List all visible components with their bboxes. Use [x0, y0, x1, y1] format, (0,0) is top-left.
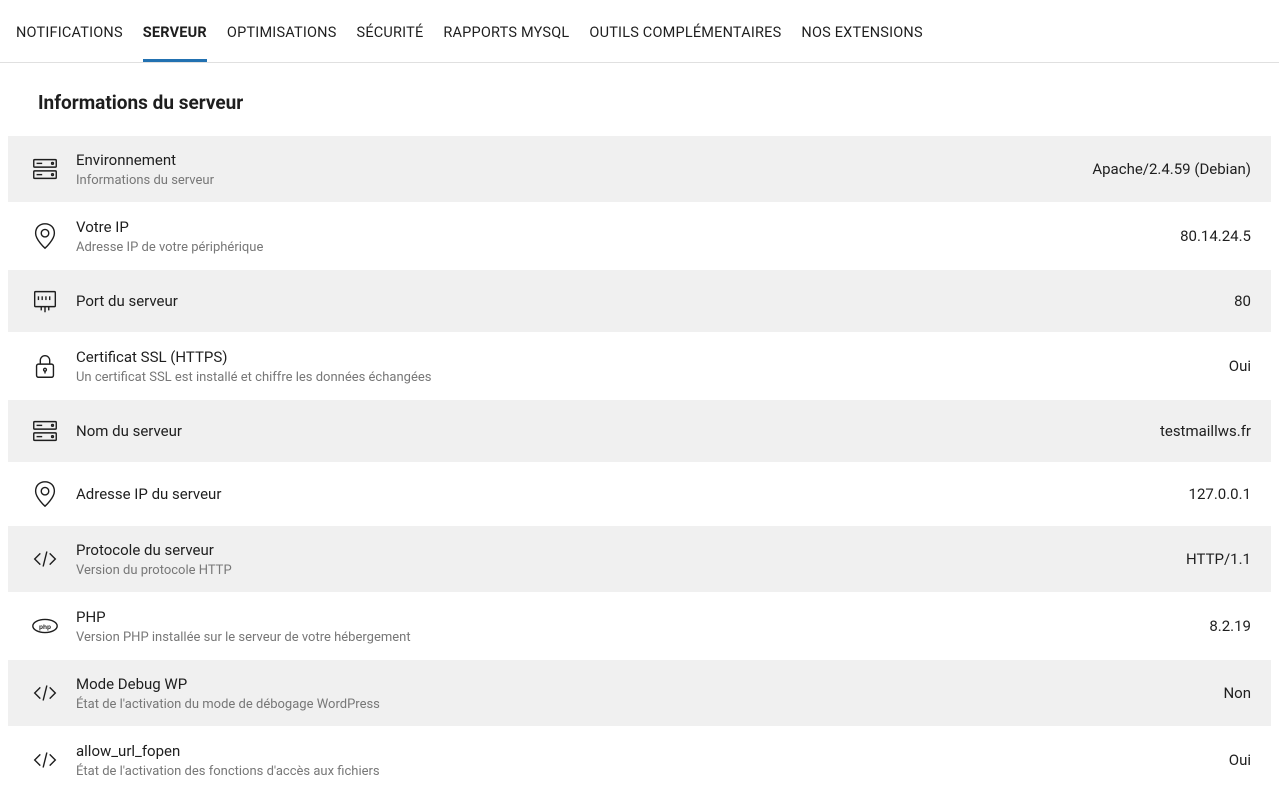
row-value: Oui	[1229, 357, 1251, 375]
tab-rapports-mysql[interactable]: RAPPORTS MYSQL	[443, 14, 569, 62]
row-value: 8.2.19	[1209, 617, 1251, 635]
tabs-bar: NOTIFICATIONS SERVEUR OPTIMISATIONS SÉCU…	[0, 6, 1279, 63]
row-subtitle: Un certificat SSL est installé et chiffr…	[76, 370, 1229, 385]
row-title: Protocole du serveur	[76, 540, 1186, 561]
info-row: Adresse IP du serveur127.0.0.1	[8, 463, 1271, 526]
row-text: Certificat SSL (HTTPS) Un certificat SSL …	[76, 347, 1229, 385]
tab-serveur[interactable]: SERVEUR	[143, 14, 207, 62]
row-subtitle: État de l'activation du mode de débogage…	[76, 697, 1223, 712]
row-title: Nom du serveur	[76, 421, 1160, 442]
row-text: Adresse IP du serveur	[76, 484, 1189, 505]
row-title: PHP	[76, 607, 1209, 628]
row-subtitle: État de l'activation des fonctions d'acc…	[76, 764, 1229, 779]
tab-extensions[interactable]: NOS EXTENSIONS	[801, 14, 922, 62]
row-subtitle: Adresse IP de votre périphérique	[76, 240, 1180, 255]
info-row: PHP Version PHP installée sur le serveur …	[8, 593, 1271, 660]
tab-outils[interactable]: OUTILS COMPLÉMENTAIRES	[589, 14, 781, 62]
tab-notifications[interactable]: NOTIFICATIONS	[16, 14, 123, 62]
row-value: 127.0.0.1	[1189, 485, 1251, 503]
row-subtitle: Version PHP installée sur le serveur de …	[76, 630, 1209, 645]
row-text: Votre IP Adresse IP de votre périphérique	[76, 217, 1180, 255]
section-title: Informations du serveur	[0, 63, 1279, 136]
row-title: Port du serveur	[76, 291, 1234, 312]
row-title: Environnement	[76, 150, 1092, 171]
row-text: Environnement Informations du serveur	[76, 150, 1092, 188]
server-icon	[28, 152, 62, 186]
row-text: Mode Debug WP État de l'activation du mod…	[76, 674, 1223, 712]
tab-optimisations[interactable]: OPTIMISATIONS	[227, 14, 337, 62]
row-title: Certificat SSL (HTTPS)	[76, 347, 1229, 368]
server-info-list: Environnement Informations du serveurApac…	[0, 136, 1279, 794]
row-value: HTTP/1.1	[1186, 550, 1251, 568]
info-row: Nom du serveurtestmaillws.fr	[8, 400, 1271, 463]
row-title: Mode Debug WP	[76, 674, 1223, 695]
row-value: 80	[1234, 292, 1251, 310]
info-row: allow_url_fopen État de l'activation des …	[8, 727, 1271, 794]
row-value: Apache/2.4.59 (Debian)	[1092, 160, 1251, 178]
code-icon	[28, 676, 62, 710]
port-icon	[28, 284, 62, 318]
row-value: 80.14.24.5	[1180, 227, 1251, 245]
row-title: Votre IP	[76, 217, 1180, 238]
pin-icon	[28, 477, 62, 511]
row-subtitle: Version du protocole HTTP	[76, 563, 1186, 578]
info-row: Port du serveur80	[8, 270, 1271, 333]
row-text: PHP Version PHP installée sur le serveur …	[76, 607, 1209, 645]
info-row: Mode Debug WP État de l'activation du mod…	[8, 660, 1271, 727]
code-icon	[28, 743, 62, 777]
lock-icon	[28, 349, 62, 383]
row-text: Protocole du serveur Version du protocole…	[76, 540, 1186, 578]
info-row: Protocole du serveur Version du protocole…	[8, 526, 1271, 593]
row-text: Port du serveur	[76, 291, 1234, 312]
row-value: Oui	[1229, 751, 1251, 769]
row-title: allow_url_fopen	[76, 741, 1229, 762]
pin-icon	[28, 219, 62, 253]
info-row: Certificat SSL (HTTPS) Un certificat SSL …	[8, 333, 1271, 400]
info-row: Environnement Informations du serveurApac…	[8, 136, 1271, 203]
row-title: Adresse IP du serveur	[76, 484, 1189, 505]
php-icon	[28, 609, 62, 643]
row-value: testmaillws.fr	[1160, 422, 1251, 440]
row-text: allow_url_fopen État de l'activation des …	[76, 741, 1229, 779]
tab-securite[interactable]: SÉCURITÉ	[357, 14, 424, 62]
code-icon	[28, 542, 62, 576]
row-text: Nom du serveur	[76, 421, 1160, 442]
row-subtitle: Informations du serveur	[76, 173, 1092, 188]
server-icon	[28, 414, 62, 448]
row-value: Non	[1223, 684, 1251, 702]
info-row: Votre IP Adresse IP de votre périphérique…	[8, 203, 1271, 270]
